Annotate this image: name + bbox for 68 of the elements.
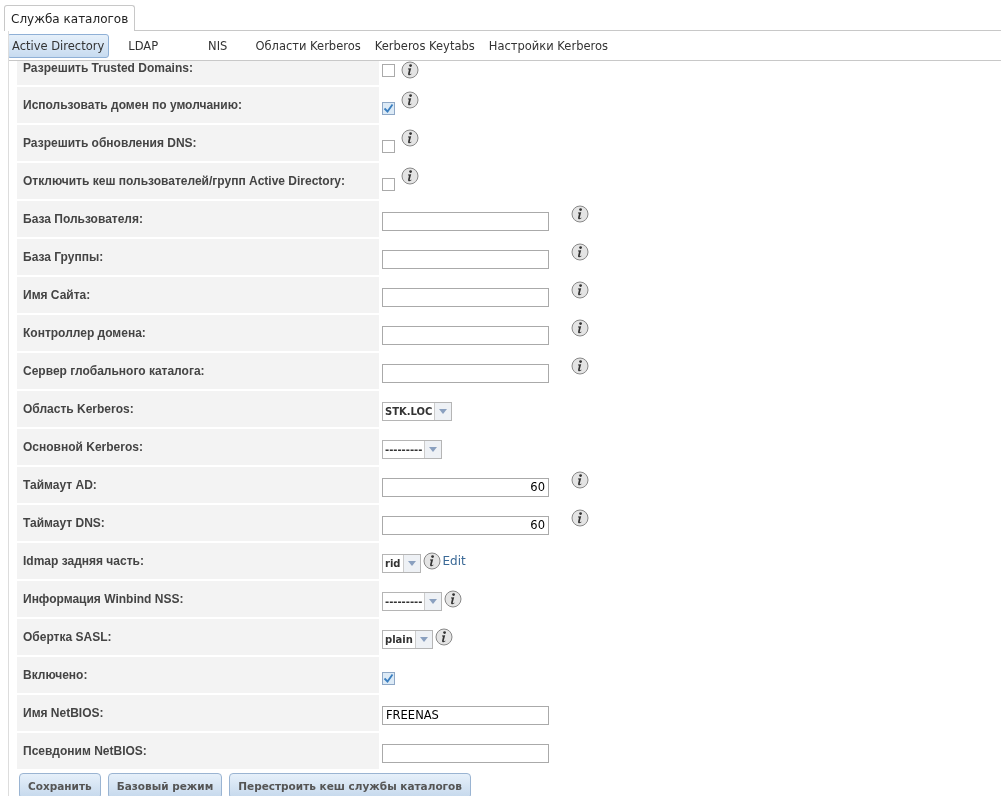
caret-icon: [429, 446, 438, 452]
dropdown[interactable]: STK.LOC: [382, 401, 453, 421]
caret-icon: [407, 560, 416, 566]
tab[interactable]: Active Directory: [9, 34, 110, 58]
tab[interactable]: Настройки Kerberos: [483, 34, 614, 58]
dropdown[interactable]: ---------: [382, 439, 443, 459]
field-label: Имя Сайта:: [17, 277, 379, 313]
input-field[interactable]: 60: [382, 515, 549, 535]
field-label: Разрешить обновления DNS:: [17, 125, 379, 161]
info-icon[interactable]: [401, 61, 419, 79]
tab[interactable]: Области Kerberos: [250, 34, 366, 58]
field-label: Информация Winbind NSS:: [17, 581, 379, 617]
field-label: Сервер глобального каталога:: [17, 353, 379, 389]
input-field[interactable]: [382, 211, 549, 231]
checkbox[interactable]: [382, 177, 395, 191]
edit-link[interactable]: Edit: [442, 554, 466, 568]
info-icon[interactable]: [401, 129, 419, 147]
field-label: Использовать домен по умолчанию:: [17, 87, 379, 123]
form-button[interactable]: Базовый режим: [107, 773, 223, 796]
form-button[interactable]: Перестроить кеш службы каталогов: [229, 773, 471, 796]
checkbox[interactable]: [382, 64, 395, 77]
dropdown[interactable]: rid: [382, 553, 421, 573]
field-label: Область Kerberos:: [17, 391, 379, 427]
input-field[interactable]: [382, 363, 549, 383]
info-icon[interactable]: [434, 628, 453, 646]
info-icon[interactable]: [571, 205, 589, 223]
field-label: Таймаут DNS:: [17, 505, 379, 541]
tab[interactable]: Kerberos Keytabs: [369, 34, 480, 58]
info-icon[interactable]: [571, 471, 589, 489]
info-icon[interactable]: [401, 167, 419, 185]
field-label: Отключить кеш пользователей/групп Active Directory:: [17, 163, 379, 199]
field-label: Таймаут AD:: [17, 467, 379, 503]
field-label: База Пользователя:: [17, 201, 379, 237]
tab[interactable]: LDAP: [123, 34, 164, 58]
info-icon[interactable]: [401, 91, 419, 109]
field-label: Контроллер домена:: [17, 315, 379, 351]
field-label: Имя NetBIOS:: [17, 695, 379, 731]
input-field[interactable]: [382, 287, 549, 307]
tab[interactable]: Служба каталогов: [4, 5, 136, 31]
input-field[interactable]: 60: [382, 477, 549, 497]
dropdown[interactable]: plain: [382, 629, 433, 649]
input-field[interactable]: [382, 249, 549, 269]
info-icon[interactable]: [444, 590, 463, 608]
checkbox[interactable]: [382, 101, 395, 115]
info-icon[interactable]: [571, 281, 589, 299]
input-field[interactable]: FREENAS: [382, 705, 549, 725]
caret-icon: [429, 598, 438, 604]
caret-icon: [419, 636, 428, 642]
tab[interactable]: NIS: [203, 34, 233, 58]
field-label: Idmap задняя часть:: [17, 543, 379, 579]
info-icon[interactable]: [571, 243, 589, 261]
caret-icon: [439, 408, 448, 414]
field-label: Псевдоним NetBIOS:: [17, 733, 379, 769]
field-label: Обертка SASL:: [17, 619, 379, 655]
info-icon[interactable]: [422, 552, 441, 570]
info-icon[interactable]: [571, 319, 589, 337]
input-field[interactable]: [382, 325, 549, 345]
info-icon[interactable]: [571, 509, 589, 527]
checkbox[interactable]: [382, 139, 395, 153]
field-label: Разрешить Trusted Domains:: [17, 61, 379, 85]
info-icon[interactable]: [571, 357, 589, 375]
field-label: Основной Kerberos:: [17, 429, 379, 465]
field-label: Включено:: [17, 657, 379, 693]
dropdown[interactable]: ---------: [382, 591, 443, 611]
checkbox[interactable]: [382, 671, 395, 685]
form-button[interactable]: Сохранить: [19, 773, 101, 796]
input-field[interactable]: [382, 743, 549, 763]
field-label: База Группы:: [17, 239, 379, 275]
